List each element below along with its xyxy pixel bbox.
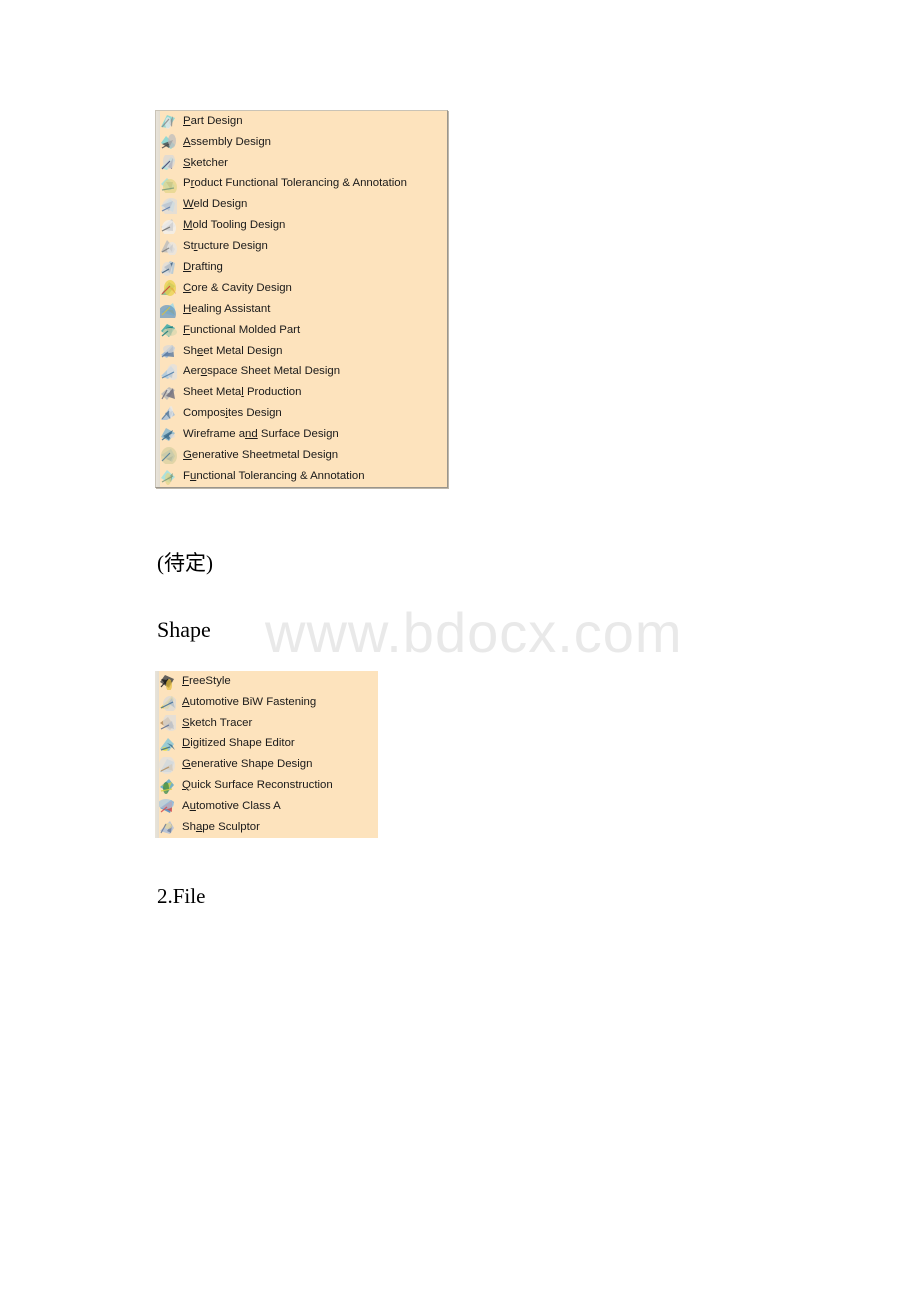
structure-design-icon [160, 238, 177, 256]
menu-item[interactable]: Composites Design [156, 403, 447, 424]
quick-surface-reconstruction-icon [159, 777, 176, 795]
automotive-biw-fastening-icon [159, 694, 176, 711]
file-section-heading: 2.File [157, 884, 206, 908]
sketcher-icon [160, 154, 177, 172]
menu-item-label: Functional Tolerancing & Annotation [183, 469, 365, 482]
menu-item[interactable]: Healing Assistant [156, 299, 447, 320]
menu-item[interactable]: Functional Tolerancing & Annotation [156, 466, 447, 487]
menu-item-label: Generative Shape Design [182, 758, 313, 771]
functional-molded-part-icon [160, 322, 177, 339]
menu-item-label: Functional Molded Part [183, 323, 301, 336]
menu-item[interactable]: Sketch Tracer [155, 713, 378, 734]
workbench-menu-panel[interactable]: Part Design Assembly Design Sketcher Pro… [155, 110, 448, 489]
menu-item-label: Sheet Metal Design [183, 344, 283, 357]
menu-item[interactable]: Automotive BiW Fastening [155, 692, 378, 713]
menu-item[interactable]: Shape Sculptor [155, 817, 378, 838]
menu-item[interactable]: FreeStyle [155, 671, 378, 692]
shape-sculptor-icon [159, 819, 176, 836]
generative-shape-design-icon [159, 756, 176, 774]
menu-item-label: FreeStyle [182, 674, 231, 687]
core-cavity-design-icon [160, 280, 177, 297]
menu-item[interactable]: Weld Design [156, 195, 447, 216]
aerospace-sheet-metal-design-icon [160, 363, 177, 381]
menu-item[interactable]: Functional Molded Part [156, 320, 447, 341]
menu-item[interactable]: Sheet Metal Production [156, 383, 447, 404]
menu-item-label: Product Functional Tolerancing & Annotat… [183, 177, 407, 190]
menu-item[interactable]: Sheet Metal Design [156, 341, 447, 362]
menu-item-label: Sketcher [183, 156, 228, 169]
digitized-shape-editor-icon [159, 736, 176, 753]
menu-item[interactable]: Automotive Class A [155, 796, 378, 817]
sheet-metal-production-icon [160, 385, 177, 402]
composites-design-icon [160, 405, 177, 422]
menu-item-label: Weld Design [183, 198, 248, 211]
menu-item-label: Automotive BiW Fastening [182, 695, 317, 708]
menu-item[interactable]: Sketcher [156, 153, 447, 174]
menu-item-label: Mold Tooling Design [183, 219, 286, 232]
menu-item[interactable]: Wireframe and Surface Design [156, 424, 447, 445]
menu-item[interactable]: Aerospace Sheet Metal Design [156, 362, 447, 383]
mold-tooling-design-icon [160, 217, 177, 235]
menu-item-label: Generative Sheetmetal Design [183, 448, 339, 461]
weld-design-icon [160, 197, 177, 214]
menu-item-label: Aerospace Sheet Metal Design [183, 365, 341, 378]
menu-item[interactable]: Structure Design [156, 236, 447, 257]
menu-item-label: Automotive Class A [182, 800, 281, 813]
menu-item-list: FreeStyle Automotive BiW Fastening Sketc… [155, 671, 378, 838]
menu-item-label: Healing Assistant [183, 302, 271, 315]
menu-item-label: Wireframe and Surface Design [183, 428, 339, 441]
shape-section-heading: Shape [157, 617, 211, 642]
menu-item-label: Sheet Metal Production [183, 386, 302, 399]
shape-menu-panel[interactable]: FreeStyle Automotive BiW Fastening Sketc… [155, 671, 378, 839]
menu-item-label: Core & Cavity Design [183, 281, 292, 294]
generative-sheetmetal-design-icon [160, 447, 177, 465]
drafting-icon [160, 259, 177, 277]
menu-item-label: Structure Design [183, 240, 268, 253]
menu-item[interactable]: Quick Surface Reconstruction [155, 775, 378, 796]
menu-item-label: Part Design [183, 114, 243, 127]
part-design-icon [160, 113, 177, 130]
wireframe-surface-design-icon [160, 426, 177, 443]
menu-item[interactable]: Core & Cavity Design [156, 278, 447, 299]
healing-assistant-icon [160, 301, 177, 318]
menu-item[interactable]: Part Design [156, 111, 447, 132]
menu-item[interactable]: Generative Shape Design [155, 755, 378, 776]
menu-item-label: Composites Design [183, 407, 282, 420]
menu-item-list: Part Design Assembly Design Sketcher Pro… [156, 111, 447, 487]
assembly-design-icon [160, 133, 177, 151]
menu-item[interactable]: Assembly Design [156, 132, 447, 153]
menu-item[interactable]: Mold Tooling Design [156, 215, 447, 236]
pending-label: (待定) [157, 551, 213, 575]
functional-tolerancing-annotation-icon [160, 468, 177, 486]
menu-item[interactable]: Generative Sheetmetal Design [156, 445, 447, 466]
sheet-metal-design-icon [160, 343, 177, 360]
menu-item-label: Drafting [183, 260, 223, 273]
sketch-tracer-icon [159, 714, 176, 732]
menu-item[interactable]: Drafting [156, 257, 447, 278]
menu-item-label: Digitized Shape Editor [182, 737, 295, 750]
menu-item-label: Assembly Design [183, 135, 272, 148]
menu-item-label: Quick Surface Reconstruction [182, 779, 333, 792]
menu-item[interactable]: Product Functional Tolerancing & Annotat… [156, 174, 447, 195]
product-functional-tolerancing-icon [160, 176, 177, 193]
menu-item-label: Shape Sculptor [182, 820, 260, 833]
menu-item-label: Sketch Tracer [182, 716, 253, 729]
automotive-class-a-icon [159, 798, 176, 815]
menu-item[interactable]: Digitized Shape Editor [155, 734, 378, 755]
freestyle-icon [159, 673, 176, 690]
watermark: www.bdocx.com [265, 601, 683, 664]
